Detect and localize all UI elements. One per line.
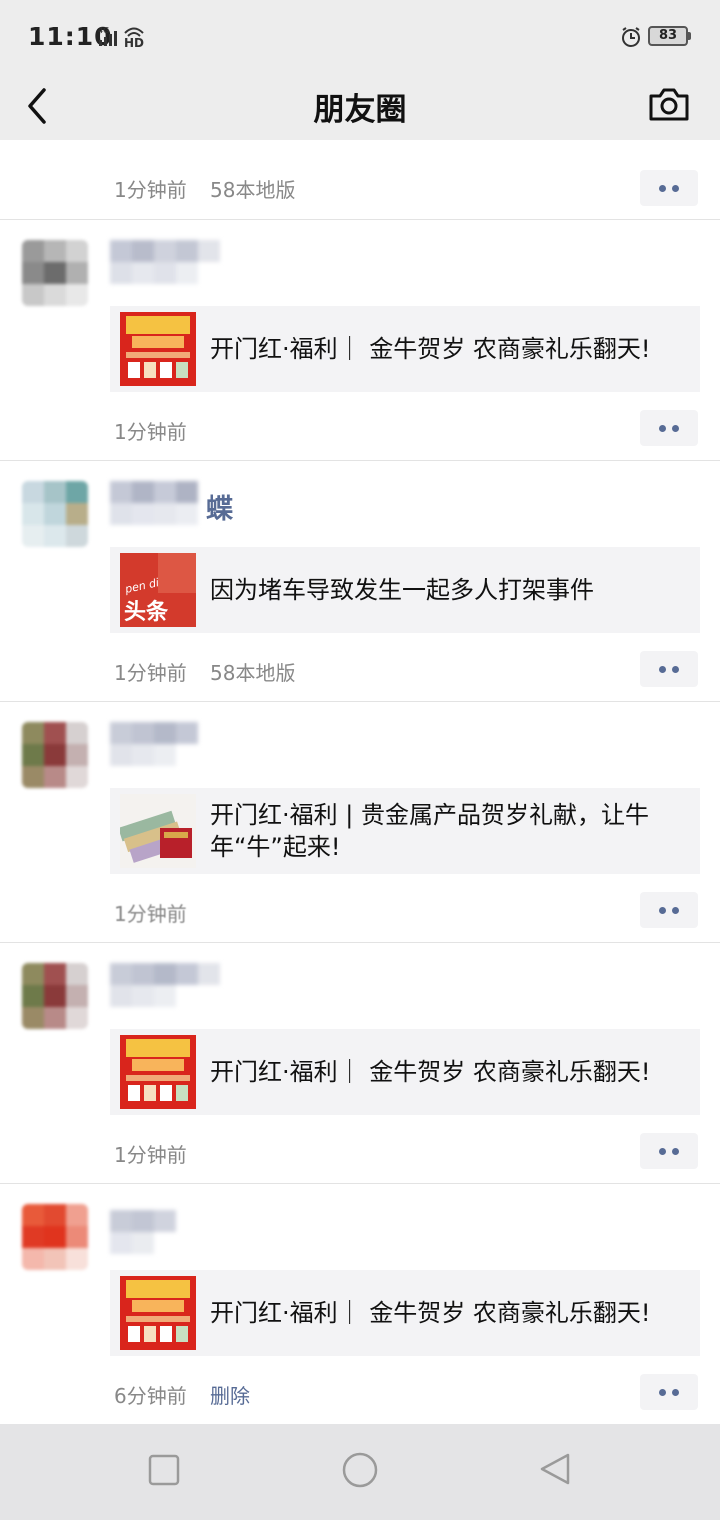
link-title: 开门红·福利｜ 金牛贺岁 农商豪礼乐翻天! <box>210 1058 651 1086</box>
home-icon[interactable] <box>340 1452 380 1492</box>
battery-level: 83 <box>658 28 678 43</box>
system-nav-bar <box>0 1424 720 1520</box>
moment-post: 开门红·福利｜ 金牛贺岁 农商豪礼乐翻天! 6分钟前 删除 <box>0 1184 720 1424</box>
svg-text:头条: 头条 <box>124 599 169 625</box>
link-card[interactable]: 开门红·福利｜ 金牛贺岁 农商豪礼乐翻天! <box>110 1029 700 1115</box>
post-time: 1分钟前 <box>114 902 187 926</box>
svg-text:HD: HD <box>124 36 144 48</box>
svg-text:4G: 4G <box>98 26 109 35</box>
camera-icon[interactable] <box>648 84 690 124</box>
battery-indicator: 83 <box>648 26 688 46</box>
nav-bar: 朋友圈 <box>0 70 720 140</box>
recent-apps-icon[interactable] <box>146 1452 182 1488</box>
comment-more-button[interactable] <box>640 1133 698 1169</box>
delete-button[interactable]: 删除 <box>210 1380 250 1409</box>
red-promo-thumbnail <box>120 1035 196 1109</box>
link-card[interactable]: 开门红·福利｜ 金牛贺岁 农商豪礼乐翻天! <box>110 1270 700 1356</box>
banknotes-thumbnail <box>120 794 196 868</box>
page-title: 朋友圈 <box>313 92 407 128</box>
username[interactable] <box>110 481 206 525</box>
battery-tip <box>688 32 691 40</box>
post-time: 1分钟前 <box>114 1143 187 1167</box>
comment-more-button[interactable] <box>640 170 698 206</box>
moments-feed[interactable]: 1分钟前 58本地版 开门红·福利｜ 金牛贺岁 农商豪礼乐翻天! 1分钟前 蝶 … <box>0 140 720 1424</box>
username[interactable] <box>110 240 222 284</box>
comment-more-button[interactable] <box>640 1374 698 1410</box>
red-promo-thumbnail <box>120 1276 196 1350</box>
avatar[interactable] <box>22 481 88 547</box>
link-title: 开门红·福利｜ 金牛贺岁 农商豪礼乐翻天! <box>210 335 651 363</box>
post-time: 6分钟前 <box>114 1384 187 1408</box>
moment-post: 开门红·福利｜ 金牛贺岁 农商豪礼乐翻天! 1分钟前 <box>0 943 720 1184</box>
link-title: 开门红·福利｜ 金牛贺岁 农商豪礼乐翻天! <box>210 1299 651 1327</box>
link-card[interactable]: 开门红·福利｜ 金牛贺岁 农商豪礼乐翻天! <box>110 306 700 392</box>
username[interactable] <box>110 963 222 1007</box>
link-title: 开门红·福利 | 贵金属产品贺岁礼献，让牛年“牛”起来! <box>210 801 649 861</box>
signal-icon: 4G HD <box>98 26 144 48</box>
avatar[interactable] <box>22 963 88 1029</box>
avatar[interactable] <box>22 722 88 788</box>
post-time: 1分钟前 <box>114 178 187 202</box>
username[interactable] <box>110 722 222 766</box>
avatar[interactable] <box>22 240 88 306</box>
link-card[interactable]: pen di 头条 因为堵车导致发生一起多人打架事件 <box>110 547 700 633</box>
post-source[interactable]: 58本地版 <box>210 657 295 686</box>
red-promo-thumbnail <box>120 312 196 386</box>
comment-more-button[interactable] <box>640 410 698 446</box>
comment-more-button[interactable] <box>640 651 698 687</box>
comment-more-button[interactable] <box>640 892 698 928</box>
moment-post: 开门红·福利｜ 金牛贺岁 农商豪礼乐翻天! 1分钟前 <box>0 220 720 461</box>
username[interactable] <box>110 1210 178 1254</box>
link-card[interactable]: 开门红·福利 | 贵金属产品贺岁礼献，让牛年“牛”起来! <box>110 788 700 874</box>
toutiao-thumbnail: pen di 头条 <box>120 553 196 627</box>
post-source[interactable]: 58本地版 <box>210 174 295 203</box>
back-triangle-icon[interactable] <box>538 1452 574 1488</box>
link-title: 因为堵车导致发生一起多人打架事件 <box>210 576 594 604</box>
post-time: 1分钟前 <box>114 661 187 685</box>
post-time: 1分钟前 <box>114 420 187 444</box>
username-visible-char[interactable]: 蝶 <box>206 487 233 526</box>
moment-post: 1分钟前 58本地版 <box>0 140 720 220</box>
moment-post: 开门红·福利 | 贵金属产品贺岁礼献，让牛年“牛”起来! 1分钟前 <box>0 702 720 943</box>
status-bar: 11:10 4G HD 83 <box>0 0 720 70</box>
alarm-icon <box>622 27 640 47</box>
moment-post: 蝶 pen di 头条 因为堵车导致发生一起多人打架事件 1分钟前 58本地版 <box>0 461 720 702</box>
avatar[interactable] <box>22 1204 88 1270</box>
